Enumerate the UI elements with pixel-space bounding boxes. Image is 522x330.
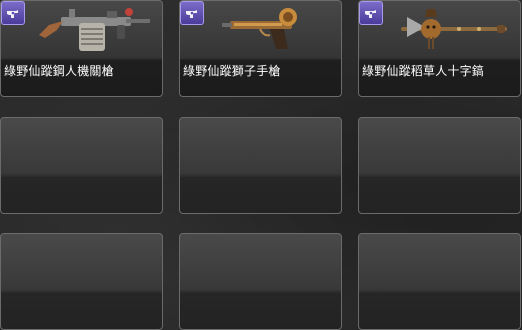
lion-pistol-image (222, 8, 297, 49)
item-slot-scarecrow-pickaxe[interactable]: 綠野仙蹤稻草人十字鎬 (358, 0, 521, 97)
item-name: 綠野仙蹤鋼人機關槍 (4, 64, 114, 78)
item-name: 綠野仙蹤獅子手槍 (183, 64, 281, 78)
empty-slot[interactable] (358, 117, 521, 214)
item-name: 綠野仙蹤稻草人十字鎬 (362, 64, 485, 78)
empty-slot[interactable] (358, 233, 521, 330)
item-slot-lion-pistol[interactable]: 綠野仙蹤獅子手槍 (179, 0, 342, 97)
empty-slot[interactable] (179, 117, 342, 214)
empty-slot[interactable] (179, 233, 342, 330)
scarecrow-pickaxe-image (401, 9, 507, 49)
empty-slot[interactable] (0, 233, 163, 330)
machine-gun-image (39, 8, 150, 51)
inventory-grid: 綠野仙蹤鋼人機關槍 綠野仙蹤獅子手槍 綠野仙蹤稻草人十字鎬 (0, 0, 522, 330)
item-slot-machine-gun[interactable]: 綠野仙蹤鋼人機關槍 (0, 0, 163, 97)
empty-slot[interactable] (0, 117, 163, 214)
